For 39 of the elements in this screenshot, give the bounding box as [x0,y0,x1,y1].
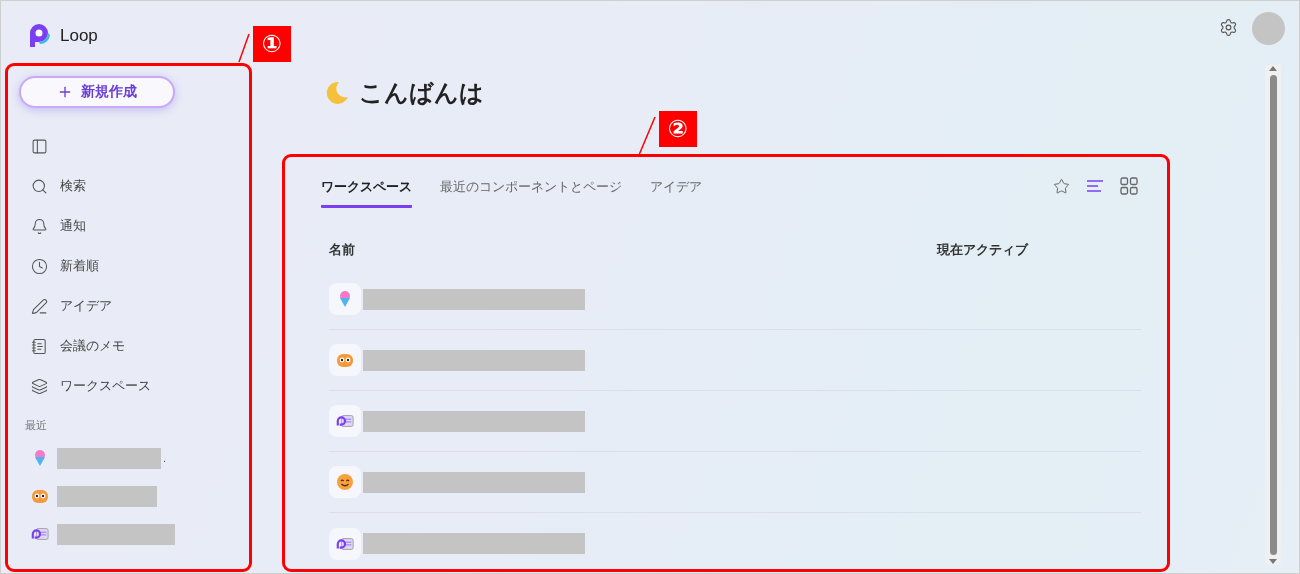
favorite-button[interactable] [1051,176,1071,196]
grid-view-button[interactable] [1119,176,1139,196]
tab[interactable]: 最近のコンポーネントとページ [440,172,622,208]
stacked-pages-icon [31,377,48,395]
nav-item[interactable]: 会議のメモ [1,326,253,366]
clock-icon [31,257,48,275]
settings-icon[interactable] [1219,18,1238,37]
nav-item[interactable]: 新着順 [1,246,253,286]
notepad-icon [31,337,48,355]
column-header: 現在アクティブ [937,241,1030,259]
owl-icon [336,351,354,369]
scroll-up-icon[interactable] [1269,65,1277,71]
section-heading: 最近 [24,418,48,433]
pen-icon [31,297,48,315]
column-header: 名前 [329,241,356,259]
nav-item[interactable]: 通知 [1,206,253,246]
search-icon [31,177,48,195]
smiling-face-icon [336,473,354,491]
nav-item[interactable]: ワークスペース [1,366,253,406]
app-name: Loop [60,26,98,46]
plus-icon [57,84,73,100]
trailing-dot: . [163,452,167,464]
nav-item[interactable]: 検索 [1,166,253,206]
new-button[interactable]: 新規作成 [19,76,175,108]
bell-icon [31,217,48,235]
loop-page-icon [31,525,49,543]
loop-page-icon [336,412,354,430]
logo-icon [28,23,52,49]
annotation-number: ① [253,26,291,62]
owl-icon [31,487,49,505]
collapse-sidebar-icon [31,137,48,155]
scrollbar[interactable] [1265,65,1281,565]
nav-item[interactable]: アイデア [1,286,253,326]
tab[interactable]: アイデア [650,172,702,208]
leader-line [637,115,657,157]
scroll-down-icon[interactable] [1269,559,1277,565]
greeting: こんばんは [359,78,484,108]
tab[interactable]: ワークスペース [321,172,412,208]
annotation-number: ② [659,111,697,147]
